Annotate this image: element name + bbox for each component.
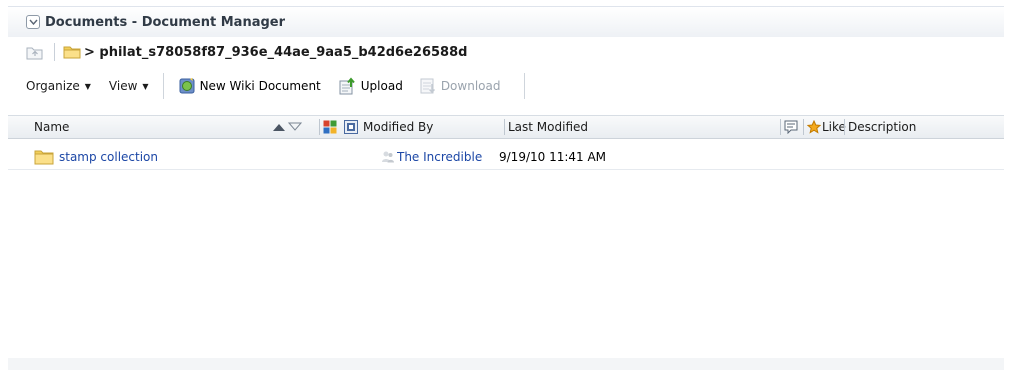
column-description[interactable]: Description (848, 116, 998, 138)
column-status[interactable] (344, 116, 362, 138)
upload-label: Upload (360, 79, 403, 93)
column-last-modified[interactable]: Last Modified (508, 116, 778, 138)
folder-icon (34, 150, 54, 165)
column-description-label: Description (848, 120, 917, 134)
column-type[interactable] (323, 116, 341, 138)
column-divider (504, 119, 505, 135)
collapse-toggle[interactable] (26, 15, 40, 29)
column-name-label: Name (34, 120, 70, 134)
column-like[interactable]: Like (807, 116, 847, 138)
last-modified-cell: 9/19/10 11:41 AM (499, 145, 606, 169)
sort-ascending-icon[interactable] (272, 122, 286, 132)
modified-by-link[interactable]: The Incredible (397, 150, 487, 164)
column-header-row: Name Modified By Last Modified Like Desc… (8, 115, 1004, 139)
column-divider (844, 119, 845, 135)
path-separator (54, 43, 55, 61)
organize-menu[interactable]: Organize ▼ (26, 79, 91, 93)
column-modified-by-label: Modified By (363, 120, 434, 134)
caret-down-icon: ▼ (84, 81, 91, 91)
star-icon (807, 120, 821, 134)
item-name-link[interactable]: stamp collection (59, 150, 158, 164)
view-label: View (108, 79, 138, 93)
view-menu[interactable]: View ▼ (109, 79, 149, 93)
panel-title: Documents - Document Manager (45, 14, 286, 30)
column-divider (803, 119, 804, 135)
sort-descending-icon[interactable] (288, 122, 302, 132)
download-label: Download (440, 79, 501, 93)
organize-label: Organize (26, 79, 80, 93)
current-path[interactable]: > philat_s78058f87_936e_44ae_9aa5_b42d6e… (84, 45, 467, 60)
chevron-down-icon (28, 19, 38, 25)
column-divider (780, 119, 781, 135)
document-manager-panel: Documents - Document Manager > philat_s7… (8, 6, 1004, 361)
column-like-label: Like (822, 120, 846, 134)
panel-footer (8, 358, 1004, 370)
folder-icon (63, 46, 81, 59)
user-presence-icon (382, 151, 394, 163)
new-wiki-label: New Wiki Document (199, 79, 321, 93)
toolbar-separator (162, 73, 164, 99)
toolbar: Organize ▼ View ▼ New Wiki Document Uplo… (8, 69, 1004, 103)
file-type-icon (323, 120, 337, 134)
column-modified-by[interactable]: Modified By (363, 116, 503, 138)
checkout-status-icon (344, 120, 358, 134)
column-divider (319, 119, 320, 135)
column-last-modified-label: Last Modified (508, 120, 589, 134)
upload-icon (339, 77, 355, 95)
column-name[interactable]: Name (34, 116, 264, 138)
download-icon (420, 78, 435, 94)
download-button[interactable]: Download (419, 77, 501, 95)
upload-button[interactable]: Upload (337, 77, 403, 95)
name-cell: stamp collection (34, 145, 158, 169)
table-row[interactable]: stamp collection The Incredible 9/19/10 … (8, 145, 1004, 170)
new-wiki-icon (179, 78, 195, 94)
path-bar: > philat_s78058f87_936e_44ae_9aa5_b42d6e… (8, 37, 1004, 67)
panel-header: Documents - Document Manager (8, 7, 1004, 37)
toolbar-separator (524, 73, 526, 99)
column-comments[interactable] (784, 116, 802, 138)
comment-icon (784, 120, 798, 134)
sort-controls (272, 116, 316, 138)
caret-down-icon: ▼ (142, 81, 149, 91)
new-wiki-document-button[interactable]: New Wiki Document (178, 77, 321, 95)
up-folder-icon[interactable] (26, 44, 44, 60)
modified-by-cell: The Incredible (381, 145, 487, 169)
last-modified-value: 9/19/10 11:41 AM (499, 150, 607, 164)
